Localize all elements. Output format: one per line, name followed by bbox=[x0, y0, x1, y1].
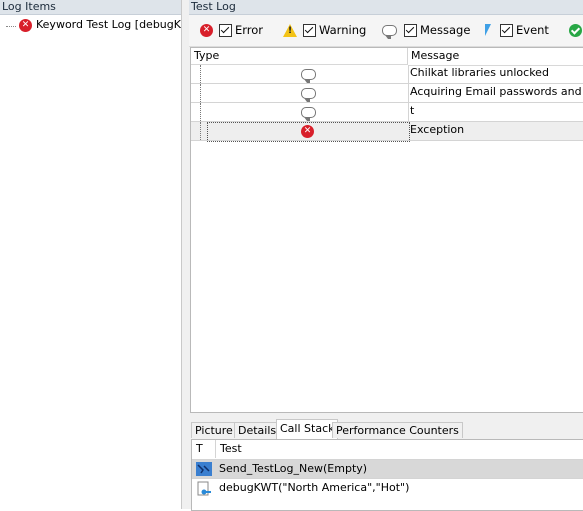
column-header-message[interactable]: Message bbox=[409, 48, 583, 66]
log-row[interactable]: Chilkat libraries unlocked bbox=[191, 65, 583, 84]
error-label: Error bbox=[235, 23, 264, 37]
message-checkbox[interactable] bbox=[404, 23, 417, 37]
tree-item-label: Keyword Test Log [debugK... bbox=[36, 18, 181, 31]
tree-connector bbox=[200, 84, 201, 102]
event-label: Event bbox=[516, 23, 549, 37]
error-icon: ✕ bbox=[301, 125, 314, 138]
script-icon bbox=[196, 462, 212, 476]
tree-item-keyword-test-log[interactable]: ✕ Keyword Test Log [debugK... bbox=[6, 17, 181, 35]
pane-splitter[interactable] bbox=[182, 0, 189, 509]
error-checkbox[interactable] bbox=[219, 23, 232, 37]
message-cell: t bbox=[410, 104, 415, 117]
event-cursor-icon bbox=[485, 24, 491, 36]
warning-icon: ! bbox=[283, 23, 297, 37]
column-header-type[interactable]: Type bbox=[191, 48, 408, 65]
call-stack-row[interactable]: Send_TestLog_New(Empty) bbox=[192, 459, 583, 478]
log-row-selected[interactable]: ✕ Exception bbox=[191, 122, 583, 142]
error-icon: ✕ bbox=[200, 23, 213, 37]
message-cell: Chilkat libraries unlocked bbox=[410, 66, 549, 79]
column-divider bbox=[215, 440, 216, 458]
log-grid: Type Message Chilkat libraries unlocked … bbox=[190, 47, 583, 413]
filter-warning[interactable]: ! Warning bbox=[283, 22, 366, 38]
log-row[interactable]: t bbox=[191, 103, 583, 122]
column-header-test[interactable]: Test bbox=[220, 442, 242, 455]
test-log-title: Test Log bbox=[189, 0, 583, 15]
checkpoint-icon bbox=[569, 23, 582, 37]
filter-message[interactable]: Message bbox=[382, 22, 471, 39]
type-cell: ✕ bbox=[207, 122, 410, 142]
type-cell bbox=[205, 65, 409, 83]
error-icon: ✕ bbox=[19, 19, 32, 32]
details-tabs: Picture Details Call Stack Performance C… bbox=[190, 419, 583, 439]
filter-checkpoint[interactable] bbox=[569, 22, 582, 38]
keyword-test-icon bbox=[196, 481, 212, 496]
event-checkbox[interactable] bbox=[500, 23, 513, 37]
type-cell bbox=[205, 103, 409, 121]
message-icon bbox=[301, 69, 316, 83]
message-icon bbox=[382, 24, 397, 39]
message-icon bbox=[301, 88, 316, 102]
call-stack-text: debugKWT("North America","Hot") bbox=[219, 481, 410, 494]
tab-call-stack[interactable]: Call Stack bbox=[276, 419, 339, 439]
message-cell: Exception bbox=[410, 123, 465, 136]
warning-label: Warning bbox=[319, 23, 367, 37]
call-stack-text: Send_TestLog_New(Empty) bbox=[219, 462, 368, 475]
warning-checkbox[interactable] bbox=[303, 23, 316, 37]
call-stack-grid: T Test Send_TestLog_New(Empty) debugKWT(… bbox=[191, 439, 583, 511]
tab-picture[interactable]: Picture bbox=[191, 422, 237, 438]
call-stack-row[interactable]: debugKWT("North America","Hot") bbox=[192, 478, 583, 497]
column-header-message-label: Message bbox=[411, 49, 460, 62]
message-cell: Acquiring Email passwords and applic bbox=[410, 85, 583, 98]
log-items-pane: Log Items bbox=[0, 0, 182, 509]
filter-event[interactable]: Event bbox=[485, 22, 549, 38]
log-row[interactable]: Acquiring Email passwords and applic bbox=[191, 84, 583, 103]
log-filter-toolbar: ✕ Error ! Warning Message Event bbox=[189, 15, 583, 47]
column-header-t[interactable]: T bbox=[196, 442, 203, 455]
tab-details[interactable]: Details bbox=[234, 422, 281, 438]
tree-connector bbox=[200, 103, 201, 121]
message-label: Message bbox=[420, 23, 471, 37]
column-header-type-label: Type bbox=[194, 49, 220, 62]
tree-connector bbox=[200, 122, 201, 140]
tree-connector bbox=[6, 26, 16, 27]
message-icon bbox=[301, 107, 316, 121]
filter-error[interactable]: ✕ Error bbox=[200, 22, 263, 38]
tree-connector bbox=[200, 65, 201, 83]
type-cell bbox=[205, 84, 409, 102]
tab-performance-counters[interactable]: Performance Counters bbox=[332, 422, 463, 438]
log-items-title: Log Items bbox=[0, 0, 181, 15]
